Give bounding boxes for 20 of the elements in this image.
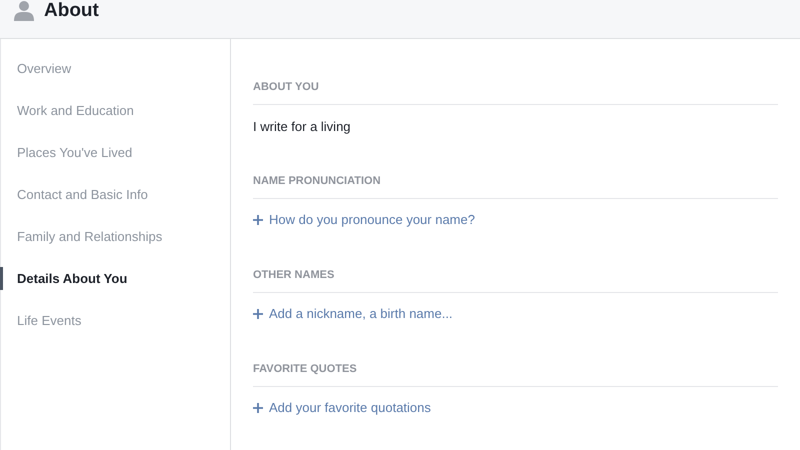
person-icon: [14, 1, 34, 21]
plus-icon: [253, 215, 263, 225]
page-title: About: [44, 0, 99, 23]
section-heading: FAVORITE QUOTES: [253, 363, 357, 375]
sidebar-item[interactable]: Work and Education: [1, 99, 230, 122]
sidebar-item[interactable]: Overview: [1, 57, 230, 80]
plus-icon: [253, 403, 263, 413]
sidebar-item[interactable]: Family and Relationships: [1, 225, 230, 248]
sidebar-item[interactable]: Details About You: [0, 267, 230, 290]
add-link[interactable]: Add your favorite quotations: [253, 398, 431, 418]
sidebar-item[interactable]: Life Events: [1, 309, 230, 332]
sidebar-item[interactable]: Contact and Basic Info: [1, 183, 230, 206]
add-link[interactable]: Add a nickname, a birth name...: [253, 304, 453, 324]
about-text: I write for a living: [253, 119, 351, 134]
section-heading: NAME PRONUNCIATION: [253, 175, 381, 187]
add-link[interactable]: How do you pronounce your name?: [253, 210, 475, 230]
plus-icon: [253, 309, 263, 319]
sidebar-item[interactable]: Places You've Lived: [1, 141, 230, 164]
section-heading: OTHER NAMES: [253, 269, 334, 281]
section-heading: ABOUT YOU: [253, 81, 319, 93]
